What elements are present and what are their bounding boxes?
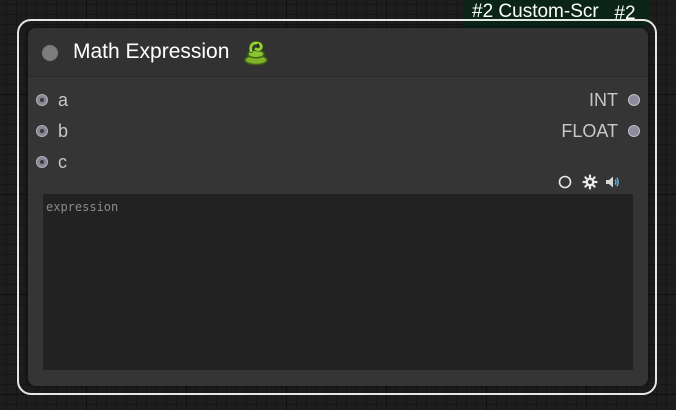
output-slot-int-connector[interactable] (628, 94, 640, 106)
speaker-icon[interactable] (604, 174, 620, 190)
circle-icon[interactable] (557, 174, 573, 190)
output-slot-float-label: FLOAT (561, 121, 618, 141)
snake-icon (244, 40, 268, 66)
input-slot-a-label: a (58, 90, 69, 110)
input-slot-c-label: c (58, 152, 67, 172)
input-slot-a-connector[interactable] (36, 94, 48, 106)
input-slot-c-connector[interactable] (36, 156, 48, 168)
output-slot-int[interactable]: INT (448, 90, 648, 110)
node-title: Math Expression (73, 40, 230, 63)
node-header[interactable]: Math Expression (28, 28, 648, 77)
collapse-toggle[interactable] (42, 45, 58, 61)
math-expression-node[interactable]: Math Expression a b c INT FLOAT (28, 28, 648, 386)
expression-input[interactable] (43, 194, 633, 370)
output-slot-int-label: INT (589, 90, 618, 110)
input-slot-b-connector[interactable] (36, 125, 48, 137)
input-slot-b-label: b (58, 121, 69, 141)
output-slot-float-connector[interactable] (628, 125, 640, 137)
gear-icon[interactable] (582, 174, 598, 190)
output-slot-float[interactable]: FLOAT (448, 121, 648, 141)
